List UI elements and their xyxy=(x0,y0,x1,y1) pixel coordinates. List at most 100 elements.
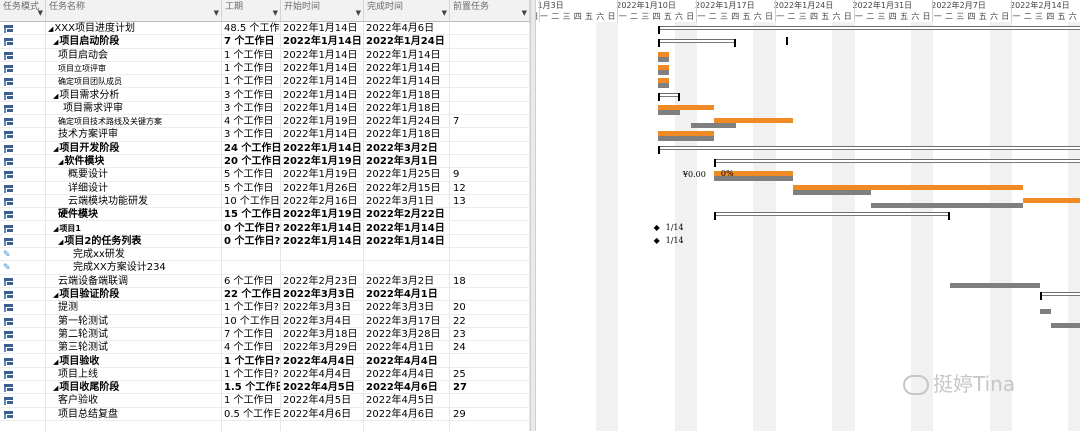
task-row[interactable]: 硬件模块 15 个工作日 2022年1月19日 2022年2月22日 xyxy=(0,208,530,222)
finish-cell[interactable]: 2022年4月4日 xyxy=(364,367,450,382)
task-mode-cell[interactable] xyxy=(0,367,46,382)
task-mode-cell[interactable] xyxy=(0,48,46,62)
task-name-cell[interactable]: 确定项目团队成员 xyxy=(46,75,222,89)
task-mode-cell[interactable]: ✎ xyxy=(0,248,46,262)
collapse-triangle-icon[interactable]: ◢ xyxy=(53,384,58,392)
task-name-cell[interactable]: 提测 xyxy=(46,301,222,315)
task-row[interactable]: ◢项目2的任务列表 0 个工作日? 2022年1月14日 2022年1月14日 xyxy=(0,234,530,249)
milestone-diamond[interactable]: ◆ xyxy=(654,223,660,233)
finish-cell[interactable]: 2022年4月1日 xyxy=(364,288,450,302)
task-name-cell[interactable]: 技术方案评审 xyxy=(46,128,222,142)
start-cell[interactable]: 2022年1月14日 xyxy=(281,35,364,49)
start-cell[interactable]: 2022年1月14日 xyxy=(281,221,364,235)
duration-cell[interactable]: 4 个工作日 xyxy=(222,341,281,355)
collapse-triangle-icon[interactable]: ◢ xyxy=(53,225,58,233)
start-cell[interactable]: 2022年3月4日 xyxy=(281,314,364,328)
duration-cell[interactable]: 0 个工作日? xyxy=(222,221,281,235)
duration-cell[interactable]: 1 个工作日? xyxy=(222,354,281,368)
task-row[interactable]: 第一轮测试 10 个工作日 2022年3月4日 2022年3月17日 22 xyxy=(0,314,530,328)
task-name-cell[interactable]: 云端设备端联调 xyxy=(46,274,222,288)
task-name-cell[interactable]: 第二轮测试 xyxy=(46,327,222,342)
task-row[interactable]: 云端模块功能研发 10 个工作日 2022年2月16日 2022年3月1日 13 xyxy=(0,194,530,209)
task-mode-cell[interactable] xyxy=(0,288,46,302)
start-cell[interactable]: 2022年1月14日 xyxy=(281,234,364,249)
filter-arrow-icon[interactable]: ▼ xyxy=(442,8,447,19)
task-row[interactable]: 概要设计 5 个工作日 2022年1月19日 2022年1月25日 9 xyxy=(0,168,530,182)
summary-bar[interactable] xyxy=(657,26,1080,34)
baseline-bar[interactable] xyxy=(657,109,681,115)
baseline-bar[interactable] xyxy=(657,136,714,142)
baseline-bar[interactable] xyxy=(1051,322,1080,328)
start-cell[interactable]: 2022年1月26日 xyxy=(281,181,364,195)
task-mode-cell[interactable] xyxy=(0,61,46,76)
duration-cell[interactable]: 48.5 个工作 xyxy=(222,22,281,36)
duration-cell[interactable]: 20 个工作日 xyxy=(222,155,281,169)
empty-cell[interactable] xyxy=(281,421,364,431)
start-cell[interactable]: 2022年1月14日 xyxy=(281,75,364,89)
task-name-cell[interactable]: ◢项目收尾阶段 xyxy=(46,381,222,395)
task-name-cell[interactable]: ◢项目2的任务列表 xyxy=(46,234,222,249)
task-name-cell[interactable]: ◢项目启动阶段 xyxy=(46,35,222,49)
task-row[interactable]: ◢项目1 0 个工作日? 2022年1月14日 2022年1月14日 xyxy=(0,221,530,235)
finish-cell[interactable]: 2022年1月18日 xyxy=(364,101,450,116)
summary-bar[interactable] xyxy=(657,92,681,101)
start-cell[interactable]: 2022年4月4日 xyxy=(281,354,364,368)
finish-cell[interactable]: 2022年4月5日 xyxy=(364,394,450,408)
finish-cell[interactable]: 2022年4月1日 xyxy=(364,341,450,355)
predecessors-cell[interactable] xyxy=(450,288,530,302)
finish-cell[interactable]: 2022年2月22日 xyxy=(364,208,450,222)
task-mode-cell[interactable] xyxy=(0,221,46,235)
task-row[interactable]: ◢项目开发阶段 24 个工作日 2022年1月14日 2022年3月2日 xyxy=(0,141,530,155)
finish-cell[interactable]: 2022年4月4日 xyxy=(364,354,450,368)
task-mode-cell[interactable] xyxy=(0,301,46,315)
predecessors-cell[interactable] xyxy=(450,208,530,222)
start-cell[interactable]: 2022年1月19日 xyxy=(281,168,364,182)
task-bar[interactable] xyxy=(1023,197,1080,203)
task-mode-cell[interactable] xyxy=(0,274,46,288)
task-name-cell[interactable]: 项目立项评审 xyxy=(46,61,222,76)
duration-cell[interactable] xyxy=(222,261,281,275)
summary-bar[interactable] xyxy=(713,212,951,221)
predecessors-cell[interactable] xyxy=(450,128,530,142)
start-cell[interactable]: 2022年4月6日 xyxy=(281,407,364,421)
task-row[interactable]: 云端设备端联调 6 个工作日 2022年2月23日 2022年3月2日 18 xyxy=(0,274,530,288)
predecessors-cell[interactable]: 9 xyxy=(450,168,530,182)
task-name-cell[interactable]: 项目需求评审 xyxy=(46,101,222,116)
filter-arrow-icon[interactable]: ▼ xyxy=(38,8,43,19)
task-row[interactable]: 项目启动会 1 个工作日 2022年1月14日 2022年1月14日 xyxy=(0,48,530,62)
predecessors-cell[interactable] xyxy=(450,394,530,408)
predecessors-cell[interactable] xyxy=(450,22,530,36)
summary-bar[interactable] xyxy=(713,159,1080,167)
task-name-cell[interactable]: 云端模块功能研发 xyxy=(46,194,222,209)
duration-cell[interactable]: 3 个工作日 xyxy=(222,128,281,142)
collapse-triangle-icon[interactable]: ◢ xyxy=(48,25,53,33)
filter-arrow-icon[interactable]: ▼ xyxy=(356,8,361,19)
task-row[interactable]: 确定项目技术路线及关键方案 4 个工作日 2022年1月19日 2022年1月24日 7 xyxy=(0,115,530,129)
task-row[interactable]: 项目立项评审 1 个工作日 2022年1月14日 2022年1月14日 xyxy=(0,61,530,76)
predecessors-cell[interactable] xyxy=(450,261,530,275)
start-cell[interactable]: 2022年4月5日 xyxy=(281,381,364,395)
predecessors-cell[interactable]: 22 xyxy=(450,314,530,328)
start-cell[interactable]: 2022年1月19日 xyxy=(281,208,364,222)
collapse-triangle-icon[interactable]: ◢ xyxy=(53,92,58,100)
predecessors-cell[interactable] xyxy=(450,221,530,235)
task-mode-cell[interactable] xyxy=(0,381,46,395)
task-row[interactable]: ✎ 完成XX方案设计234 xyxy=(0,261,530,275)
task-mode-cell[interactable]: ✎ xyxy=(0,261,46,275)
finish-cell[interactable] xyxy=(364,248,450,262)
task-mode-cell[interactable] xyxy=(0,115,46,129)
header-duration[interactable]: 工期 ▼ xyxy=(222,0,281,22)
duration-cell[interactable]: 5 个工作日 xyxy=(222,181,281,195)
start-cell[interactable]: 2022年1月14日 xyxy=(281,48,364,62)
start-cell[interactable]: 2022年1月19日 xyxy=(281,115,364,129)
empty-cell[interactable] xyxy=(46,421,222,431)
task-mode-cell[interactable] xyxy=(0,181,46,195)
task-row[interactable]: ◢项目验证阶段 22 个工作日 2022年3月3日 2022年4月1日 xyxy=(0,288,530,302)
finish-cell[interactable]: 2022年1月14日 xyxy=(364,75,450,89)
milestone-diamond[interactable]: ◆ xyxy=(654,236,660,246)
task-row[interactable]: ◢项目收尾阶段 1.5 个工作日 2022年4月5日 2022年4月6日 27 xyxy=(0,381,530,395)
baseline-bar[interactable] xyxy=(950,282,1041,288)
start-cell[interactable]: 2022年3月3日 xyxy=(281,288,364,302)
task-row[interactable]: ◢软件模块 20 个工作日 2022年1月19日 2022年3月1日 xyxy=(0,155,530,169)
finish-cell[interactable]: 2022年3月1日 xyxy=(364,155,450,169)
